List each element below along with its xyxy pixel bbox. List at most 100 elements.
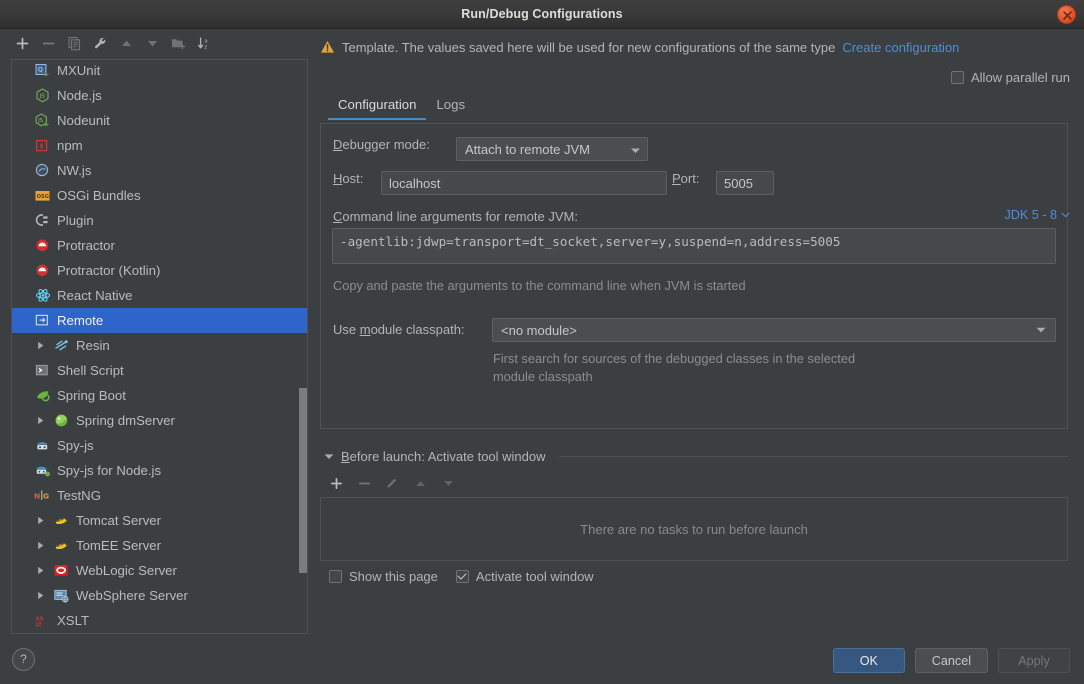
task-move-up-button[interactable] [410,473,430,493]
websphere-icon [53,587,70,604]
module-classpath-select[interactable]: <no module> [492,318,1056,342]
remove-configuration-button[interactable] [37,32,60,55]
ok-button[interactable]: OK [833,648,905,673]
testng-icon: NG [34,487,51,504]
tree-item-label: React Native [57,288,133,303]
shell-icon [34,362,51,379]
debugger-mode-value: Attach to remote JVM [465,142,590,157]
tree-item-label: WebLogic Server [76,563,177,578]
host-input[interactable]: localhost [381,171,667,195]
expand-arrow-icon[interactable] [34,533,48,558]
tree-item-xslt[interactable]: XSLTXSLT [12,608,307,633]
tree-item-resin[interactable]: Resin [12,333,307,358]
wrench-icon[interactable] [89,32,112,55]
arrow-up-icon[interactable] [115,32,138,55]
tree-item-osgi-bundles[interactable]: OSGiOSGi Bundles [12,183,307,208]
expand-arrow-icon[interactable] [34,558,48,583]
sort-alpha-icon[interactable]: a z [193,32,216,55]
tree-item-spring-dmserver[interactable]: Spring dmServer [12,408,307,433]
svg-text:JS: JS [39,94,46,100]
debugger-mode-row: Debugger mode: [333,137,430,152]
expand-arrow-icon[interactable] [34,333,48,358]
cancel-button[interactable]: Cancel [915,648,988,673]
module-classpath-row: Use module classpath: [333,322,465,337]
debugger-mode-select[interactable]: Attach to remote JVM [456,137,648,161]
tree-item-tomcat-server[interactable]: Tomcat Server [12,508,307,533]
tree-item-testng[interactable]: NG TestNG [12,483,307,508]
allow-parallel-run-checkbox[interactable]: Allow parallel run [951,70,1070,85]
pencil-icon[interactable] [382,473,402,493]
tree-item-mxunit[interactable]: QMXUnit [12,59,307,83]
tab-configuration[interactable]: Configuration [328,95,426,120]
expand-arrow-icon[interactable] [34,583,48,608]
create-configuration-link[interactable]: Create configuration [842,40,959,55]
host-input-value: localhost [389,176,440,191]
tree-item-protractor[interactable]: Protractor [12,233,307,258]
tree-item-label: Spring dmServer [76,413,175,428]
configuration-panel [320,123,1068,429]
tree-item-websphere-server[interactable]: WebSphere Server [12,583,307,608]
task-move-down-button[interactable] [438,473,458,493]
tree-item-label: Spy-js for Node.js [57,463,161,478]
triangle-down-icon[interactable] [324,453,334,460]
arrow-down-icon[interactable] [141,32,164,55]
before-launch-task-list[interactable]: There are no tasks to run before launch [320,497,1068,561]
tree-item-npm[interactable]: npm [12,133,307,158]
expand-arrow-icon[interactable] [34,408,48,433]
tree-item-react-native[interactable]: React Native [12,283,307,308]
show-this-page-checkbox-box[interactable] [329,570,342,583]
command-line-label: Command line arguments for remote JVM: [333,209,578,224]
jdk-version-selector[interactable]: JDK 5 - 8 [1005,208,1071,222]
tab-logs[interactable]: Logs [426,95,475,120]
remove-task-button[interactable] [354,473,374,493]
tree-scrollbar[interactable] [299,388,307,573]
tree-item-label: Node.js [57,88,102,103]
tree-item-plugin[interactable]: Plugin [12,208,307,233]
copy-configuration-button[interactable] [63,32,86,55]
show-this-page-label: Show this page [349,569,438,584]
spring-boot-icon [34,387,51,404]
show-this-page-checkbox[interactable]: Show this page [329,569,438,584]
before-launch-divider [559,456,1068,457]
protractor-icon [34,237,51,254]
mxunit-icon: Q [34,62,51,79]
tree-item-weblogic-server[interactable]: WebLogic Server [12,558,307,583]
spyjs-node-icon [34,462,51,479]
tree-item-remote[interactable]: Remote [12,308,307,333]
chevron-down-icon [1061,212,1070,218]
nodejs-icon: JS [34,87,51,104]
add-configuration-button[interactable] [11,32,34,55]
tree-item-label: OSGi Bundles [57,188,141,203]
tomee-icon [53,537,70,554]
expand-arrow-icon[interactable] [34,508,48,533]
activate-tool-window-checkbox-box[interactable] [456,570,469,583]
tree-item-nodeunit[interactable]: JSNodeunit [12,108,307,133]
run-debug-configurations-dialog: Run/Debug Configurations [0,0,1084,684]
tree-item-node-js[interactable]: JS Node.js [12,83,307,108]
tree-item-protractor-kotlin[interactable]: Protractor (Kotlin) [12,258,307,283]
add-task-button[interactable] [326,473,346,493]
remote-icon [34,312,51,329]
apply-button[interactable]: Apply [998,648,1070,673]
tree-item-shell-script[interactable]: Shell Script [12,358,307,383]
port-input[interactable]: 5005 [716,171,774,195]
chevron-down-icon [1032,327,1049,333]
command-line-arguments-input[interactable]: -agentlib:jdwp=transport=dt_socket,serve… [332,228,1056,264]
tree-item-spy-js[interactable]: Spy-js [12,433,307,458]
tree-item-label: TestNG [57,488,101,503]
before-launch-header[interactable]: Before launch: Activate tool window [324,447,1068,466]
tree-item-tomee-server[interactable]: TomEE Server [12,533,307,558]
module-classpath-label: Use module classpath: [333,322,465,337]
svg-text:z: z [204,45,207,51]
help-button[interactable]: ? [12,648,35,671]
tree-item-spy-js-for-node-js[interactable]: Spy-js for Node.js [12,458,307,483]
tree-item-spring-boot[interactable]: Spring Boot [12,383,307,408]
close-icon[interactable] [1057,5,1076,24]
tree-item-label: Plugin [57,213,94,228]
tree-item-nw-js[interactable]: NW.js [12,158,307,183]
activate-tool-window-checkbox[interactable]: Activate tool window [456,569,594,584]
allow-parallel-run-label: Allow parallel run [971,70,1070,85]
allow-parallel-run-checkbox-box[interactable] [951,71,964,84]
configuration-types-tree[interactable]: QMXUnit JS Node.js JSNodeunitnpmNW.jsOSGiOS… [11,59,308,634]
new-folder-icon[interactable] [167,32,190,55]
